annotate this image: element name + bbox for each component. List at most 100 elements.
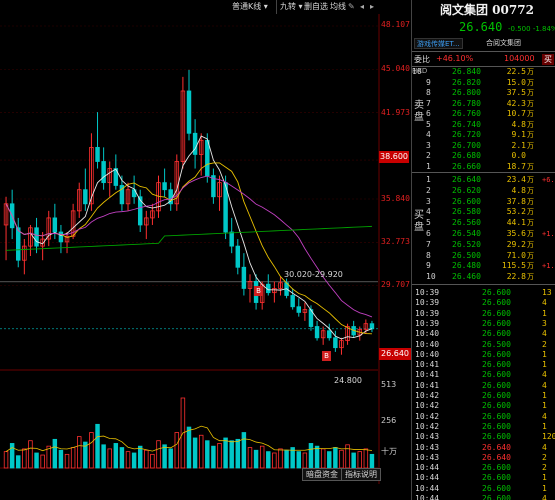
- buy-level-row[interactable]: 2 26.620 4.8 万: [412, 186, 555, 196]
- buy-level-row[interactable]: 3 26.600 37.8 万: [412, 197, 555, 207]
- tick-volume: 4: [542, 298, 547, 308]
- auto-draw-button[interactable]: 删自选: [304, 0, 328, 14]
- level-number: 2: [426, 185, 431, 195]
- level-price: 26.580: [452, 207, 481, 217]
- sector-tag[interactable]: 游戏传媒ET...: [414, 38, 463, 49]
- nine-turn-label: 九转: [280, 2, 296, 11]
- price-axis-label: 32.773: [381, 237, 410, 246]
- level-price: 26.660: [452, 161, 481, 171]
- tick-price: 26.600: [482, 463, 511, 473]
- tick-row: 10:42 26.600 1: [412, 422, 555, 432]
- volume-bar: [113, 443, 119, 469]
- tick-time: 10:42: [415, 421, 440, 431]
- buy-level-row[interactable]: 9 26.480 115.5万 +1.6: [412, 261, 555, 271]
- tick-row: 10:43 26.640 2: [412, 453, 555, 463]
- sell-level-row[interactable]: 1 26.660 18.7 万: [412, 162, 555, 172]
- candle-body: [34, 227, 39, 247]
- volume-axis-label: 513: [381, 380, 397, 389]
- tick-time: 10:42: [415, 411, 440, 421]
- tick-volume: 1: [542, 391, 547, 400]
- level-price: 26.760: [452, 109, 481, 118]
- next-arrow-icon[interactable]: ▸: [370, 0, 374, 14]
- level-number: 3: [426, 196, 431, 206]
- tick-volume: 4: [542, 380, 547, 390]
- kline-chart[interactable]: [0, 14, 380, 484]
- tick-price: 26.500: [482, 339, 511, 349]
- sell-level-row[interactable]: 6 26.760 10.7 万: [412, 109, 555, 119]
- tick-row: 10:39 26.600 1: [412, 309, 555, 319]
- buy-level-row[interactable]: 1 26.640 23.4万 +6.9: [412, 175, 555, 185]
- buy-level-row[interactable]: 6 26.540 35.6万 +1.6: [412, 229, 555, 239]
- tick-price: 26.600: [482, 318, 511, 328]
- ma-label: 均线: [330, 2, 346, 11]
- tick-price: 26.600: [482, 473, 511, 483]
- sell-level-row[interactable]: 7 26.780 42.3 万: [412, 99, 555, 109]
- buy-level-row[interactable]: 8 26.500 71.0 万: [412, 251, 555, 261]
- level-price: 26.840: [452, 67, 481, 76]
- level-unit: 万: [527, 176, 534, 184]
- tick-volume: 1: [542, 401, 547, 411]
- level-price: 26.480: [452, 261, 481, 271]
- buy-level-row[interactable]: 5 26.560 44.1 万: [412, 218, 555, 228]
- sell-level-row[interactable]: 5 26.740 4.8 万: [412, 120, 555, 130]
- tick-volume: 1: [542, 473, 547, 483]
- volume-bar: [144, 449, 149, 469]
- prev-arrow-icon[interactable]: ◂: [360, 0, 364, 14]
- volume-bar: [174, 432, 180, 469]
- related-tag[interactable]: 合阅文集团: [484, 38, 523, 49]
- sell-level-row[interactable]: 2 26.680 0.0: [412, 151, 555, 161]
- volume-bar: [125, 451, 131, 469]
- volume-bar: [308, 443, 314, 469]
- candle-body: [229, 231, 234, 247]
- tick-price: 26.600: [482, 298, 511, 308]
- level-price: 26.720: [452, 130, 481, 139]
- level-quantity: 37.5: [506, 88, 526, 97]
- volume-bar: [192, 437, 198, 469]
- tick-time: 10:40: [415, 349, 440, 359]
- volume-bar: [40, 454, 45, 469]
- sell-level-row[interactable]: 4 26.720 9.1 万: [412, 130, 555, 140]
- period-dropdown[interactable]: 普通K线 ▾: [232, 0, 268, 14]
- level-unit: 万: [527, 99, 534, 108]
- buy-level-row[interactable]: 10 26.460 22.8 万: [412, 272, 555, 282]
- volume-bar: [253, 449, 259, 469]
- tick-volume: 13: [542, 288, 552, 297]
- tick-price: 26.600: [482, 370, 511, 380]
- ma-button[interactable]: 均线: [330, 0, 346, 14]
- tick-time: 10:44: [415, 483, 440, 493]
- sell-level-row[interactable]: 8 26.800 37.5 万: [412, 88, 555, 98]
- low-annotation: 24.800: [334, 376, 362, 385]
- volume-bar: [28, 440, 33, 469]
- tick-volume: 4: [542, 370, 547, 380]
- buy-level-row[interactable]: 7 26.520 29.2 万: [412, 240, 555, 250]
- tick-time: 10:44: [415, 473, 440, 483]
- settings-icon[interactable]: ✎: [348, 0, 355, 14]
- buy-button[interactable]: 买: [542, 54, 554, 65]
- stock-title: 阅文集团 00772: [440, 3, 534, 17]
- volume-bar: [229, 440, 234, 469]
- price-axis-label: 48.107: [381, 20, 410, 29]
- level-price: 26.600: [452, 196, 481, 206]
- sell-level-row[interactable]: 9 26.820 15.0 万: [412, 78, 555, 88]
- volume-bar: [278, 448, 283, 469]
- tick-time: 10:44: [415, 494, 440, 500]
- candle-body: [95, 146, 100, 162]
- volume-bar: [119, 447, 125, 469]
- nine-turn-button[interactable]: 九转 ▾: [280, 0, 303, 14]
- level-quantity: 22.5: [506, 67, 526, 76]
- tick-volume: 120: [542, 432, 555, 442]
- level-number: 9: [426, 261, 431, 271]
- level-number: 10: [412, 67, 422, 76]
- sell-level-row[interactable]: 10 26.840 22.5 万: [412, 67, 555, 77]
- highlight-price-box: 38.600: [379, 151, 409, 163]
- indicator-help-button[interactable]: 指标说明: [341, 468, 381, 481]
- dark-pool-button[interactable]: 暗盘资金: [302, 468, 342, 481]
- tick-row: 10:42 26.600 1: [412, 391, 555, 401]
- level-price: 26.520: [452, 239, 481, 249]
- sell-level-row[interactable]: 3 26.700 2.1 万: [412, 141, 555, 151]
- buy-level-row[interactable]: 4 26.580 53.2 万: [412, 207, 555, 217]
- level-quantity: 44.1: [506, 218, 526, 228]
- candle-body: [16, 227, 21, 261]
- candle-body: [290, 295, 295, 308]
- volume-bar: [211, 445, 216, 469]
